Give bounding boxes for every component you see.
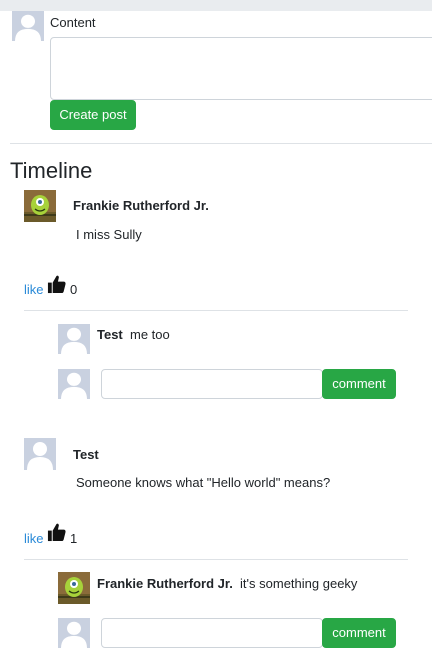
divider	[24, 310, 408, 311]
post-body: I miss Sully	[76, 227, 142, 242]
like-count: 0	[70, 282, 78, 297]
post-body: Someone knows what "Hello world" means?	[76, 475, 331, 490]
comment: Frankie Rutherford Jr. it's something ge…	[97, 576, 357, 591]
top-bar	[0, 0, 432, 11]
comment-author[interactable]: Frankie Rutherford Jr.	[97, 576, 233, 591]
comment-text: me too	[130, 327, 170, 342]
like-count: 1	[70, 531, 78, 546]
comment-author[interactable]: Test	[97, 327, 123, 342]
thumbs-up-icon[interactable]	[47, 523, 66, 542]
comment-input[interactable]	[101, 618, 323, 648]
comment-button[interactable]: comment	[322, 369, 396, 399]
divider	[10, 143, 432, 144]
post-author-avatar	[24, 190, 56, 222]
comment-author-avatar	[58, 324, 90, 354]
current-user-avatar	[12, 11, 44, 41]
thumbs-up-icon[interactable]	[47, 275, 66, 294]
post-author[interactable]: Frankie Rutherford Jr.	[73, 198, 209, 213]
post-author[interactable]: Test	[73, 447, 99, 462]
comment-button[interactable]: comment	[322, 618, 396, 648]
content-label: Content	[50, 15, 96, 30]
current-user-avatar	[58, 618, 90, 648]
create-post-button[interactable]: Create post	[50, 100, 136, 130]
current-user-avatar	[58, 369, 90, 399]
post-author-avatar	[24, 438, 56, 470]
content-textarea[interactable]	[50, 37, 432, 100]
timeline-title: Timeline	[10, 158, 93, 183]
comment-author-avatar	[58, 572, 90, 604]
comment-input[interactable]	[101, 369, 323, 399]
like-link[interactable]: like	[24, 282, 44, 297]
comment: Test me too	[97, 327, 170, 342]
divider	[24, 559, 408, 560]
like-link[interactable]: like	[24, 531, 44, 546]
comment-text: it's something geeky	[240, 576, 358, 591]
